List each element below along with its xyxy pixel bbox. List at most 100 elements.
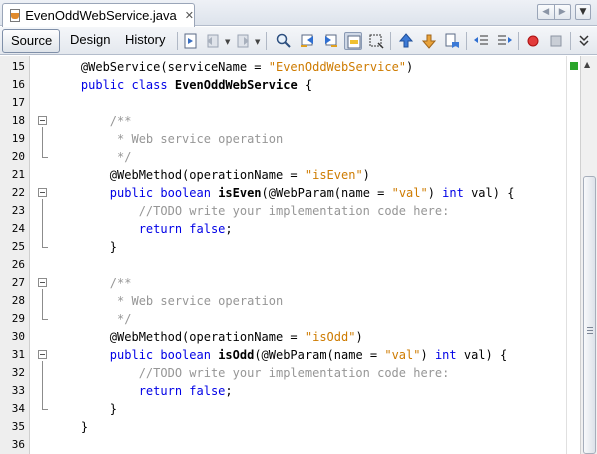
fold-guide-line — [42, 199, 43, 247]
toolbar-separator — [570, 32, 571, 50]
toolbar-separator — [518, 32, 519, 50]
line-number: 25 — [11, 240, 25, 253]
close-tab-icon[interactable]: ✕ — [185, 9, 194, 22]
line-number: 20 — [11, 150, 25, 163]
code-token: int — [442, 186, 464, 200]
back-dropdown-icon[interactable]: ▼ — [225, 39, 232, 46]
code-token: (@WebParam(name = — [261, 186, 392, 200]
thumb-grip — [587, 327, 593, 328]
vertical-scrollbar[interactable]: ▲ — [580, 56, 597, 454]
forward-dropdown-icon[interactable]: ▼ — [255, 39, 262, 46]
code-token: val) { — [456, 348, 508, 362]
code-line[interactable]: //TODO write your implementation code he… — [52, 202, 450, 220]
code-token: public boolean — [109, 186, 211, 200]
collapse-fold-icon[interactable] — [38, 188, 47, 197]
toggle-rectangular-selection-icon[interactable] — [367, 32, 385, 50]
line-number: 16 — [11, 78, 25, 91]
toolbar-separator — [177, 32, 178, 50]
code-token: //TODO write your implementation code he… — [52, 366, 450, 380]
code-line[interactable]: public boolean isOdd(@WebParam(name = "v… — [52, 346, 507, 364]
code-token: * Web service operation — [52, 294, 284, 308]
line-number: 22 — [11, 186, 25, 199]
line-number: 24 — [11, 222, 25, 235]
shift-left-icon[interactable] — [472, 32, 490, 50]
line-number: 27 — [11, 276, 25, 289]
scrollbar-thumb[interactable] — [583, 176, 596, 454]
code-token: */ — [52, 150, 132, 164]
collapse-fold-icon[interactable] — [38, 116, 47, 125]
code-folding-column — [30, 56, 52, 454]
error-stripe[interactable] — [566, 56, 580, 454]
file-tab[interactable]: EvenOddWebService.java ✕ — [2, 3, 195, 27]
forward-icon[interactable] — [234, 32, 252, 50]
code-line[interactable]: @WebService(serviceName = "EvenOddWebSer… — [52, 58, 413, 76]
fold-end-mark — [42, 247, 48, 248]
code-token: (@WebParam(name = — [254, 348, 385, 362]
code-area[interactable]: @WebService(serviceName = "EvenOddWebSer… — [52, 56, 562, 454]
last-edit-icon[interactable] — [182, 32, 200, 50]
code-line[interactable]: /** — [52, 274, 132, 292]
code-token: } — [52, 420, 89, 434]
line-number: 32 — [11, 366, 25, 379]
code-token: ; — [225, 384, 233, 398]
code-token: val) { — [463, 186, 515, 200]
scroll-up-icon[interactable]: ▲ — [584, 60, 590, 69]
find-next-icon[interactable] — [321, 32, 339, 50]
code-token: EvenOddWebService — [174, 78, 298, 92]
tab-source[interactable]: Source — [2, 29, 60, 53]
find-selection-icon[interactable] — [275, 32, 293, 50]
toggle-bookmark-icon[interactable] — [443, 32, 461, 50]
shift-right-icon[interactable] — [496, 32, 514, 50]
code-line[interactable]: } — [52, 238, 117, 256]
find-previous-icon[interactable] — [299, 32, 317, 50]
collapse-fold-icon[interactable] — [38, 350, 47, 359]
more-toolbar-icon[interactable] — [575, 32, 593, 50]
line-number: 33 — [11, 384, 25, 397]
fold-guide-line — [42, 361, 43, 409]
stop-macro-recording-icon[interactable] — [547, 32, 565, 50]
code-token: return false — [138, 222, 226, 236]
code-token: public class — [80, 78, 168, 92]
code-token: @WebMethod(operationName = — [52, 330, 305, 344]
next-bookmark-icon[interactable] — [420, 32, 438, 50]
code-line[interactable]: return false; — [52, 382, 233, 400]
show-opened-documents-icon[interactable]: ▼ — [575, 4, 591, 20]
code-line[interactable]: public class EvenOddWebService { — [52, 76, 312, 94]
code-line[interactable]: @WebMethod(operationName = "isEven") — [52, 166, 370, 184]
tab-design[interactable]: Design — [62, 29, 118, 53]
code-editor[interactable]: 15 16 17 18 19 20 21 22 23 24 25 26 27 28 29 30 31 32 33 34… — [0, 56, 597, 454]
line-number: 15 — [11, 60, 25, 73]
fold-end-mark — [42, 319, 48, 320]
code-token: @WebService(serviceName = — [52, 60, 269, 74]
code-line[interactable]: } — [52, 400, 117, 418]
code-line[interactable]: return false; — [52, 220, 233, 238]
code-token: ) — [406, 60, 414, 74]
back-icon[interactable] — [204, 32, 222, 50]
code-line[interactable]: @WebMethod(operationName = "isOdd") — [52, 328, 363, 346]
no-errors-icon — [570, 62, 578, 70]
code-line[interactable]: //TODO write your implementation code he… — [52, 364, 450, 382]
code-line[interactable]: /** — [52, 112, 132, 130]
collapse-fold-icon[interactable] — [38, 278, 47, 287]
scroll-tabs-left-icon[interactable]: ◀ — [538, 5, 554, 19]
previous-bookmark-icon[interactable] — [397, 32, 415, 50]
line-number-gutter: 15 16 17 18 19 20 21 22 23 24 25 26 27 28 29 30 31 32 33 34… — [0, 56, 30, 454]
code-token: */ — [52, 312, 132, 326]
code-line[interactable]: * Web service operation — [52, 130, 283, 148]
code-line[interactable]: * Web service operation — [52, 292, 283, 310]
start-macro-recording-icon[interactable] — [524, 32, 542, 50]
scroll-tabs-right-icon[interactable]: ▶ — [553, 5, 571, 19]
code-line[interactable]: */ — [52, 148, 131, 166]
fold-guide-line — [42, 127, 43, 157]
code-line[interactable]: */ — [52, 310, 131, 328]
tab-history[interactable]: History — [117, 29, 173, 53]
line-number: 19 — [11, 132, 25, 145]
code-line[interactable]: public boolean isEven(@WebParam(name = "… — [52, 184, 515, 202]
code-line[interactable]: } — [52, 418, 88, 436]
line-number: 23 — [11, 204, 25, 217]
code-token: isOdd — [218, 348, 255, 362]
toggle-highlight-search-icon[interactable] — [344, 32, 362, 50]
